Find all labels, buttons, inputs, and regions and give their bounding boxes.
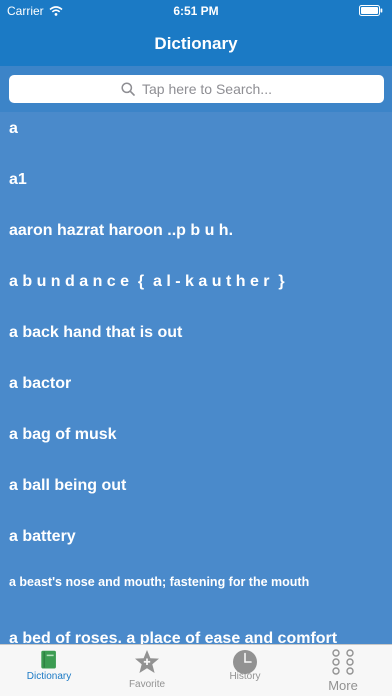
tab-favorite[interactable]: Favorite bbox=[98, 645, 196, 696]
navigation-bar: Dictionary bbox=[0, 22, 392, 66]
tab-label: Favorite bbox=[128, 679, 166, 690]
tab-label: Dictionary bbox=[26, 671, 72, 682]
list-item[interactable]: a bag of musk bbox=[0, 426, 392, 462]
page-title: Dictionary bbox=[154, 34, 238, 53]
star-icon bbox=[135, 650, 159, 673]
tab-more[interactable]: More bbox=[294, 645, 392, 696]
search-area: Tap here to Search... bbox=[0, 66, 392, 112]
status-time: 6:51 PM bbox=[173, 4, 219, 18]
list-item-label: a ball being out bbox=[9, 477, 127, 494]
list-item[interactable]: a bed of roses. a place of ease and comf… bbox=[0, 630, 392, 644]
search-input[interactable]: Tap here to Search... bbox=[9, 75, 384, 103]
list-item[interactable]: a bbox=[0, 120, 392, 156]
list-item-label: a b u n d a n c e { a l - k a u t h e r … bbox=[9, 273, 285, 290]
tab-dictionary[interactable]: Dictionary bbox=[0, 645, 98, 696]
more-dots-icon bbox=[332, 649, 354, 675]
status-bar: Carrier 6:51 PM bbox=[0, 0, 392, 22]
word-list[interactable]: a a1 aaron hazrat haroon ..p b u h. a b … bbox=[0, 112, 392, 644]
app-screen: Carrier 6:51 PM Dictionary Tap here to S… bbox=[0, 0, 392, 696]
list-item[interactable]: a bactor bbox=[0, 375, 392, 411]
list-item-label: a bag of musk bbox=[9, 426, 117, 443]
list-item-label: a bed of roses. a place of ease and comf… bbox=[9, 630, 338, 644]
list-item-label: a battery bbox=[9, 528, 76, 545]
list-item[interactable]: a b u n d a n c e { a l - k a u t h e r … bbox=[0, 273, 392, 309]
list-item-label: a1 bbox=[9, 171, 27, 188]
list-item[interactable]: a beast's nose and mouth; fastening for … bbox=[0, 572, 392, 612]
list-item-label: a bbox=[9, 120, 18, 137]
list-item[interactable]: a ball being out bbox=[0, 477, 392, 513]
list-item[interactable]: a battery bbox=[0, 528, 392, 564]
tab-bar: Dictionary Favorite History More bbox=[0, 644, 392, 696]
book-icon bbox=[41, 650, 56, 669]
search-placeholder: Tap here to Search... bbox=[142, 81, 272, 97]
tab-history[interactable]: History bbox=[196, 645, 294, 696]
list-item[interactable]: a back hand that is out bbox=[0, 324, 392, 360]
list-item-label: a beast's nose and mouth; fastening for … bbox=[9, 575, 310, 589]
battery-icon bbox=[359, 5, 383, 16]
tab-label: More bbox=[328, 678, 358, 693]
tab-label: History bbox=[229, 671, 261, 682]
list-item[interactable]: aaron hazrat haroon ..p b u h. bbox=[0, 222, 392, 258]
search-icon bbox=[121, 82, 135, 96]
list-item-label: a back hand that is out bbox=[9, 324, 183, 341]
list-item-label: a bactor bbox=[9, 375, 72, 392]
list-item[interactable]: a1 bbox=[0, 171, 392, 207]
list-item-label: aaron hazrat haroon ..p b u h. bbox=[9, 222, 234, 239]
